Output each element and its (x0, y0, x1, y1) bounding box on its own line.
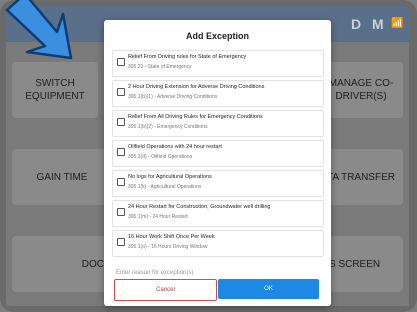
option-subtitle: 395.1(d) - Oilfield Operations (128, 154, 193, 160)
documents-button[interactable]: DOC (12, 236, 108, 292)
option-subtitle: 395.1(m) - 24 Hour Restart (128, 214, 188, 220)
cancel-button[interactable]: Cancel (114, 279, 217, 301)
tablet-screen: ← D M 📶 SWITCH EQUIPMENT MANAGE CO- DRIV… (0, 0, 417, 312)
add-exception-dialog: Add Exception Relief From Driving rules … (104, 20, 331, 306)
option-subtitle: 395.1(k) - Agricultural Operations (128, 184, 202, 190)
option-subtitle: 395.23 - State of Emergency (128, 64, 192, 70)
gain-time-button[interactable]: GAIN TIME (12, 149, 112, 205)
exception-option[interactable]: 16 Hour Work Shift Once Per Week 395.1(o… (112, 230, 324, 257)
option-title: 24 Hour Restart for Construction, Ground… (128, 204, 271, 210)
dialog-title: Add Exception (185, 31, 249, 41)
option-subtitle: 395.1(b)(2) - Emergency Conditions (128, 124, 208, 130)
checkbox[interactable] (117, 58, 125, 66)
checkbox[interactable] (117, 238, 125, 246)
exception-list[interactable]: Relief From Driving rules for State of E… (112, 50, 324, 260)
manage-co-drivers-button[interactable]: MANAGE CO- DRIVER(S) (319, 62, 403, 118)
checkbox[interactable] (117, 118, 125, 126)
pointer-arrow-icon (5, 0, 73, 60)
checkbox[interactable] (117, 178, 125, 186)
option-subtitle: 395.1(o) - 16 Hours Driving Window (128, 244, 208, 250)
exception-option[interactable]: Relief From Driving rules for State of E… (112, 50, 324, 77)
option-title: 16 Hour Work Shift Once Per Week (128, 234, 215, 240)
data-transfer-button[interactable]: TA TRANSFER (319, 149, 403, 205)
ok-button[interactable]: OK (218, 279, 319, 299)
exception-option[interactable]: 24 Hour Restart for Construction, Ground… (112, 200, 324, 227)
option-title: Oilfield Operations with 24 hour restart (128, 144, 222, 150)
option-title: No logs for Agricultural Operations (128, 174, 212, 180)
switch-equipment-button[interactable]: SWITCH EQUIPMENT (12, 62, 98, 118)
menu-icon[interactable]: M (372, 16, 384, 32)
option-title: Relief From Driving rules for State of E… (128, 54, 247, 60)
checkbox[interactable] (117, 208, 125, 216)
option-title: Relief From All Driving Rules for Emerge… (128, 114, 263, 120)
driver-status-icon[interactable]: D (351, 16, 361, 32)
exception-option[interactable]: Relief From All Driving Rules for Emerge… (112, 110, 324, 137)
checkbox[interactable] (117, 88, 125, 96)
signal-icon: 📶 (391, 18, 404, 29)
option-subtitle: 395.1(b)(1) - Adverse Driving Conditions (128, 94, 218, 100)
status-screen-button[interactable]: S SCREEN (319, 236, 403, 292)
exception-option[interactable]: No logs for Agricultural Operations 395.… (112, 170, 324, 197)
option-title: 2 Hour Driving Extension for Adverse Dri… (128, 84, 265, 90)
exception-option[interactable]: Oilfield Operations with 24 hour restart… (112, 140, 324, 167)
checkbox[interactable] (117, 148, 125, 156)
exception-option[interactable]: 2 Hour Driving Extension for Adverse Dri… (112, 80, 324, 107)
